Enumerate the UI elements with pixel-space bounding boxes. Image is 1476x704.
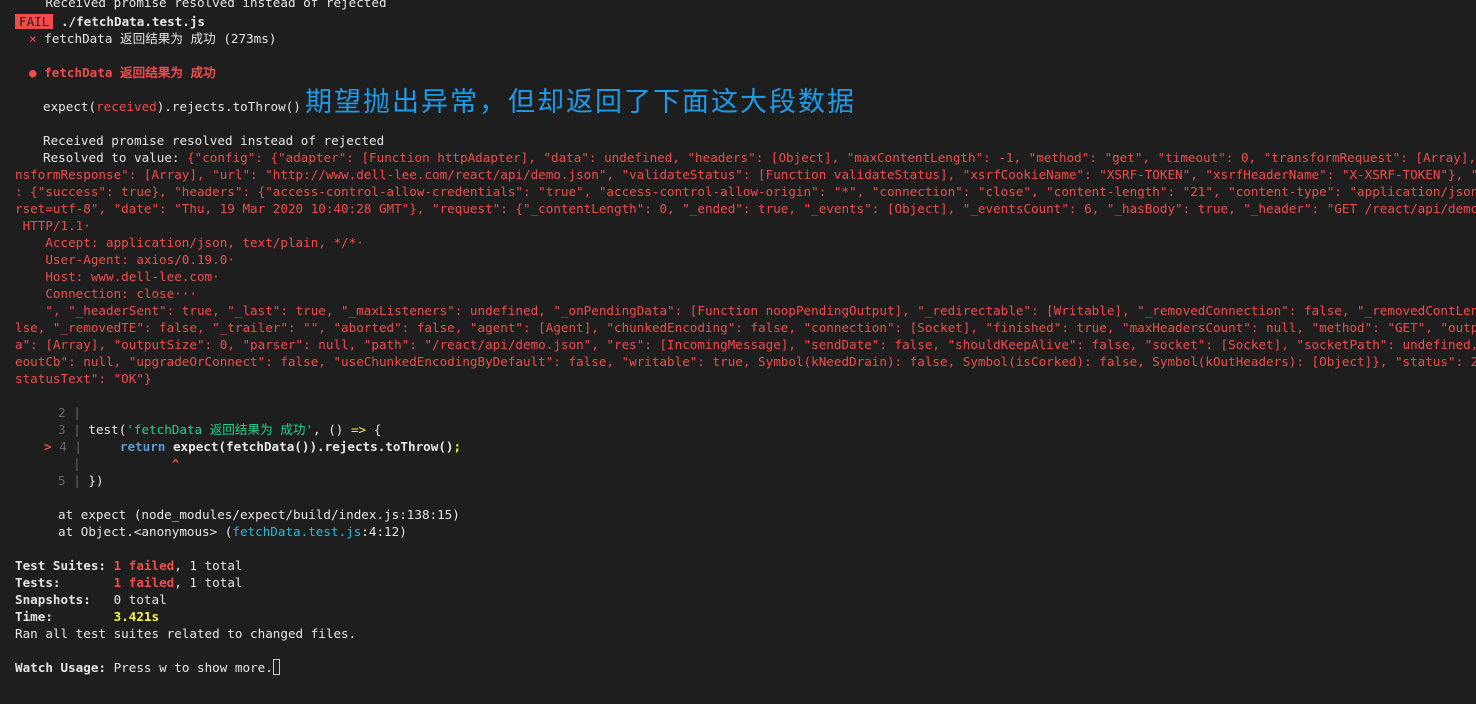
received-message: Received promise resolved instead of rej… <box>43 133 385 148</box>
code-frame-line-2: 2 | <box>58 404 81 421</box>
resolved-value-line-12: eoutCb": null, "upgradeOrConnect": false… <box>15 354 1476 369</box>
watch-usage: Watch Usage: Press w to show more. <box>15 659 280 676</box>
resolved-label: Resolved to value: <box>43 150 188 165</box>
matcher-hint-suffix: ).rejects.toThrow() <box>156 99 301 114</box>
summary-total: , 1 total <box>174 558 243 573</box>
summary-tests: Tests: 1 failed, 1 total <box>15 574 243 591</box>
summary-total: , 1 total <box>174 575 243 590</box>
code-token: , () <box>313 422 351 437</box>
annotation-text: 期望抛出异常，但却返回了下面这大段数据 <box>305 87 856 118</box>
gutter-bar: | <box>74 439 82 454</box>
resolved-value-line-11: a": [Array], "outputSize": 0, "parser": … <box>15 337 1476 352</box>
resolved-value-text: {"config": {"adapter": [Function httpAda… <box>187 150 1476 165</box>
bullet-icon: ● <box>29 65 37 80</box>
matcher-hint: expect(received).rejects.toThrow() <box>43 98 301 115</box>
code-token: expect(fetchData()).rejects.toThrow() <box>165 439 454 454</box>
summary-label: Time: <box>15 609 114 624</box>
stack-file-link[interactable]: fetchData.test.js <box>232 524 361 539</box>
resolved-value-line-13: statusText": "OK"} <box>15 371 152 386</box>
terminal-output: Received promise resolved instead of rej… <box>0 0 1476 704</box>
resolved-value-line-6: User-Agent: axios/0.19.0· <box>15 252 235 267</box>
failure-title-text: fetchData 返回结果为 成功 <box>44 65 216 80</box>
failure-title: ● fetchData 返回结果为 成功 <box>29 64 216 81</box>
watch-label: Watch Usage: <box>15 660 114 675</box>
stack-frame-1: at expect (node_modules/expect/build/ind… <box>58 507 460 522</box>
summary-label: Test Suites: <box>15 558 114 573</box>
code-keyword: return <box>119 439 166 454</box>
summary-label: Tests: <box>15 575 114 590</box>
resolved-value-line-9: ", "_headerSent": true, "_last": true, "… <box>15 303 1476 318</box>
fail-mark-icon: × <box>29 31 37 46</box>
gutter-bar: | <box>73 473 81 488</box>
summary-label: Snapshots: <box>15 592 114 607</box>
resolved-value-line-1: nsformResponse": [Array], "url": "http:/… <box>15 167 1476 182</box>
test-case-name: fetchData 返回结果为 成功 (273ms) <box>44 31 277 46</box>
summary-failed: 1 failed <box>113 558 175 573</box>
code-frame-line-5: 5 | }) <box>58 472 104 489</box>
matcher-hint-prefix: expect( <box>43 99 97 114</box>
code-string: 'fetchData 返回结果为 成功' <box>126 422 314 437</box>
previous-output-line: Received promise resolved instead of rej… <box>15 0 387 10</box>
code-arrow: => <box>350 422 367 437</box>
summary-snapshots: Snapshots: 0 total <box>15 591 167 608</box>
resolved-value-line-2: : {"success": true}, "headers": {"access… <box>15 184 1476 199</box>
stack-frame-2: at Object.<anonymous> (fetchData.test.js… <box>58 523 407 540</box>
fail-badge: FAIL <box>15 14 54 29</box>
summary-suites: Test Suites: 1 failed, 1 total <box>15 557 243 574</box>
resolved-value-line-4: HTTP/1.1· <box>15 218 91 233</box>
line-number: 3 <box>58 422 66 437</box>
line-number: 4 <box>59 439 67 454</box>
error-line-marker-icon: > <box>44 439 52 454</box>
summary-failed: 1 failed <box>113 575 175 590</box>
code-token: ; <box>453 439 462 454</box>
resolved-value-line-3: rset=utf-8", "date": "Thu, 19 Mar 2020 1… <box>15 201 1476 216</box>
test-case-summary: × fetchData 返回结果为 成功 (273ms) <box>29 30 276 47</box>
code-frame-caret-line: | ^ <box>58 455 179 472</box>
test-file-result: FAIL ./fetchData.test.js <box>15 13 205 30</box>
watch-text: Press w to show more. <box>113 660 273 675</box>
gutter-bar: | <box>73 405 81 420</box>
gutter-bar: | <box>73 422 81 437</box>
terminal-cursor[interactable] <box>272 659 280 675</box>
stack-frame-suffix: :4:12) <box>361 524 407 539</box>
line-number: 2 <box>58 405 66 420</box>
test-file-path: ./fetchData.test.js <box>60 14 205 29</box>
gutter-bar: | <box>73 456 81 471</box>
code-token: { <box>366 422 382 437</box>
code-frame-line-4: > 4 | return expect(fetchData()).rejects… <box>44 438 461 455</box>
matcher-hint-received: received <box>96 99 157 114</box>
code-token: }) <box>88 473 104 488</box>
summary-value: 0 total <box>113 592 167 607</box>
resolved-value-line-5: Accept: application/json, text/plain, */… <box>15 235 364 250</box>
resolved-value-line-7: Host: www.dell-lee.com· <box>15 269 220 284</box>
summary-time: Time: 3.421s <box>15 608 159 625</box>
line-number: 5 <box>58 473 66 488</box>
summary-time-value: 3.421s <box>113 609 160 624</box>
code-frame-line-3: 3 | test('fetchData 返回结果为 成功', () => { <box>58 421 381 438</box>
caret-icon: ^ <box>171 456 180 471</box>
summary-ran-line: Ran all test suites related to changed f… <box>15 626 357 641</box>
resolved-value-line-0: Resolved to value: {"config": {"adapter"… <box>43 149 1476 166</box>
stack-frame-prefix: at Object.<anonymous> ( <box>58 524 233 539</box>
resolved-value-line-8: Connection: close··· <box>15 286 197 301</box>
resolved-value-line-10: lse, "_removedTE": false, "_trailer": ""… <box>15 320 1476 335</box>
code-token: test( <box>88 422 127 437</box>
